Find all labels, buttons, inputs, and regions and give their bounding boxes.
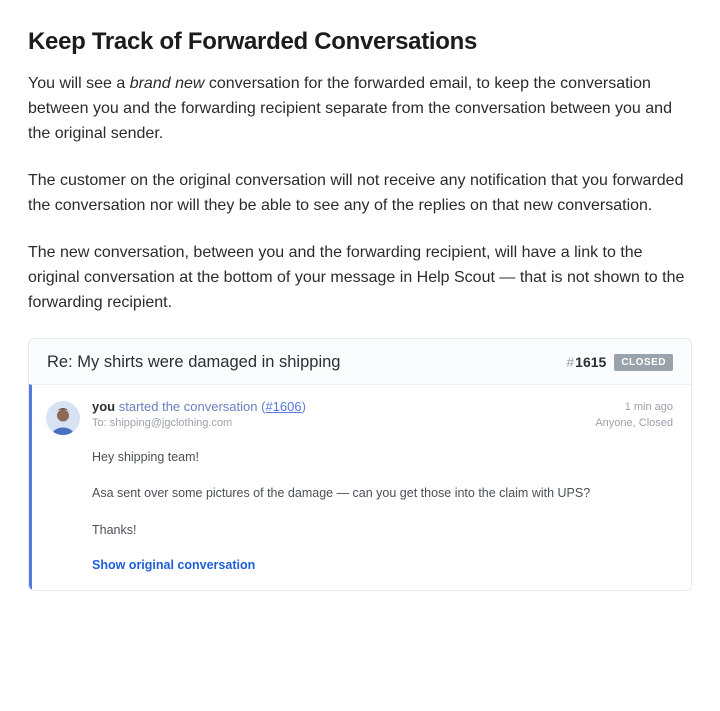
started-text: started the conversation ( xyxy=(115,399,265,414)
card-body: you started the conversation (#1606) To:… xyxy=(29,384,691,590)
thread-top: you started the conversation (#1606) To:… xyxy=(92,399,673,432)
thread-item: you started the conversation (#1606) To:… xyxy=(32,385,691,590)
assignment-status: Anyone, Closed xyxy=(595,415,673,432)
to-email: shipping@jgclothing.com xyxy=(110,417,232,429)
paragraph-3: The new conversation, between you and th… xyxy=(28,241,692,316)
original-conversation-link[interactable]: #1606 xyxy=(265,399,301,414)
p1-emphasis: brand new xyxy=(130,75,205,92)
started-close: ) xyxy=(302,399,306,414)
show-original-link[interactable]: Show original conversation xyxy=(92,558,673,572)
message-line-2: Asa sent over some pictures of the damag… xyxy=(92,484,673,503)
card-header: Re: My shirts were damaged in shipping #… xyxy=(29,339,691,384)
thread-content: you started the conversation (#1606) To:… xyxy=(92,399,673,576)
person-icon xyxy=(48,405,78,435)
message-line-1: Hey shipping team! xyxy=(92,448,673,467)
p1-prefix: You will see a xyxy=(28,75,130,92)
link-id-number: 1606 xyxy=(273,399,302,414)
status-badge: CLOSED xyxy=(614,354,673,371)
conversation-subject: Re: My shirts were damaged in shipping xyxy=(47,353,340,372)
message-body: Hey shipping team! Asa sent over some pi… xyxy=(92,448,673,540)
paragraph-1: You will see a brand new conversation fo… xyxy=(28,72,692,147)
link-hash: # xyxy=(265,399,272,414)
avatar xyxy=(46,401,80,435)
conversation-card: Re: My shirts were damaged in shipping #… xyxy=(28,338,692,591)
thread-header-right: 1 min ago Anyone, Closed xyxy=(595,399,673,432)
ticket-number: #1615 xyxy=(566,354,606,370)
card-meta: #1615 CLOSED xyxy=(566,354,673,371)
started-line: you started the conversation (#1606) xyxy=(92,399,306,414)
ticket-hash: # xyxy=(566,354,574,370)
thread-header-left: you started the conversation (#1606) To:… xyxy=(92,399,306,429)
message-line-3: Thanks! xyxy=(92,521,673,540)
timestamp: 1 min ago xyxy=(595,399,673,416)
section-heading: Keep Track of Forwarded Conversations xyxy=(28,28,692,56)
paragraph-2: The customer on the original conversatio… xyxy=(28,169,692,219)
you-label: you xyxy=(92,399,115,414)
ticket-id: 1615 xyxy=(575,354,606,370)
to-label: To: xyxy=(92,417,107,429)
to-line: To: shipping@jgclothing.com xyxy=(92,417,306,429)
